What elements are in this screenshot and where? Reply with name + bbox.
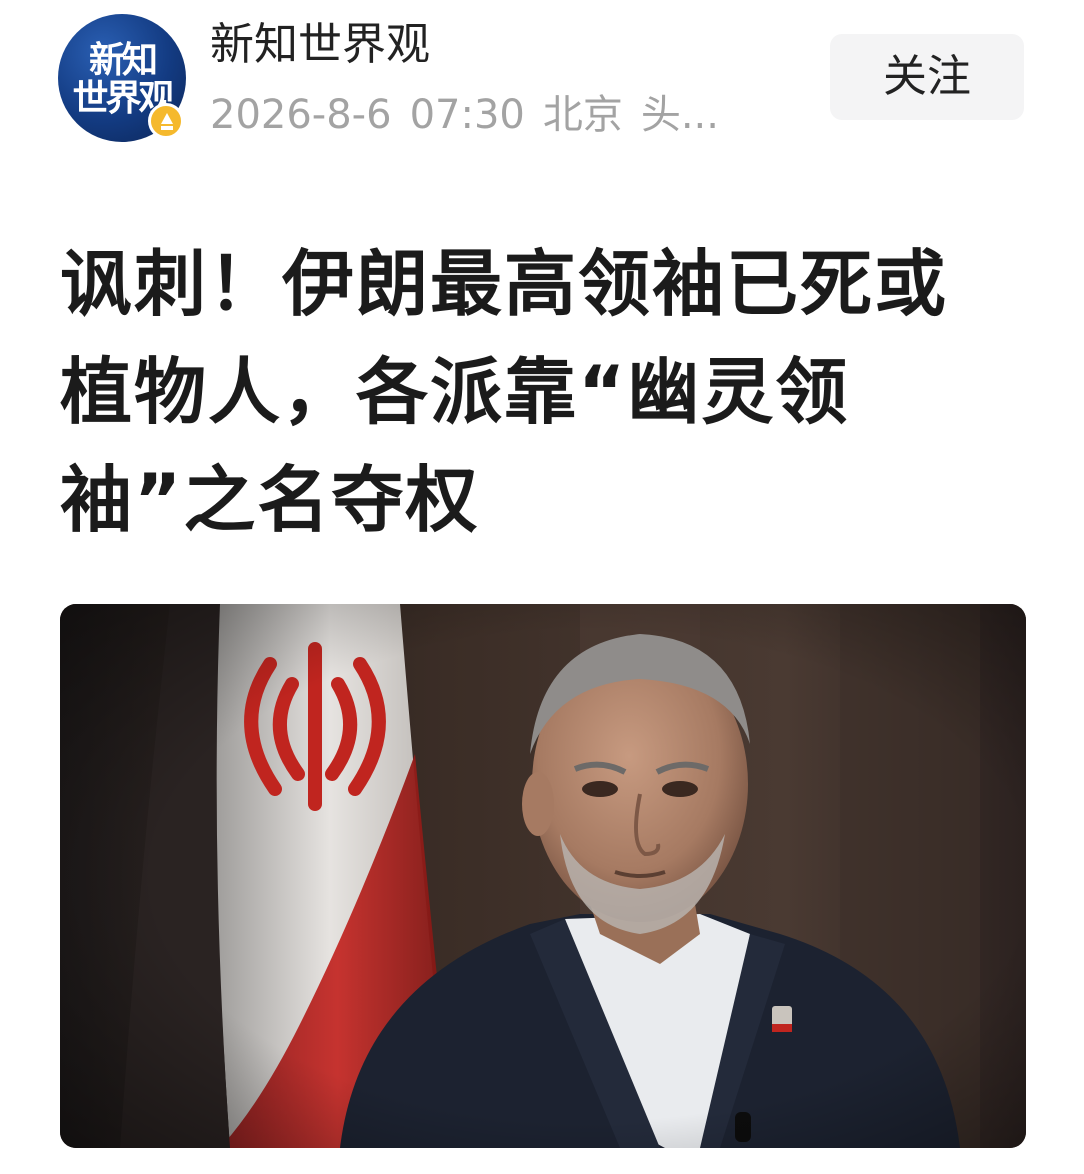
article-photo[interactable] — [60, 604, 1026, 1148]
post-time: 07:30 — [409, 92, 525, 138]
post-source: 头... — [640, 92, 719, 138]
post-location: 北京 — [542, 92, 623, 138]
author-header: 新知 世界观 新知世界观 2026-8-6 07:30 北京 头... 关注 — [0, 0, 1084, 170]
post-date: 2026-8-6 — [210, 92, 392, 138]
follow-button[interactable]: 关注 — [830, 34, 1024, 120]
article-title: 讽刺！伊朗最高领袖已死或植物人，各派靠“幽灵领袖”之名夺权 — [60, 242, 949, 542]
photo-illustration — [60, 604, 1026, 1148]
verified-badge-icon — [148, 103, 184, 139]
post-meta: 2026-8-6 07:30 北京 头... — [210, 88, 737, 142]
article-page: 新知 世界观 新知世界观 2026-8-6 07:30 北京 头... 关注 讽刺！伊… — [0, 0, 1084, 1174]
account-name[interactable]: 新知世界观 — [210, 16, 430, 74]
